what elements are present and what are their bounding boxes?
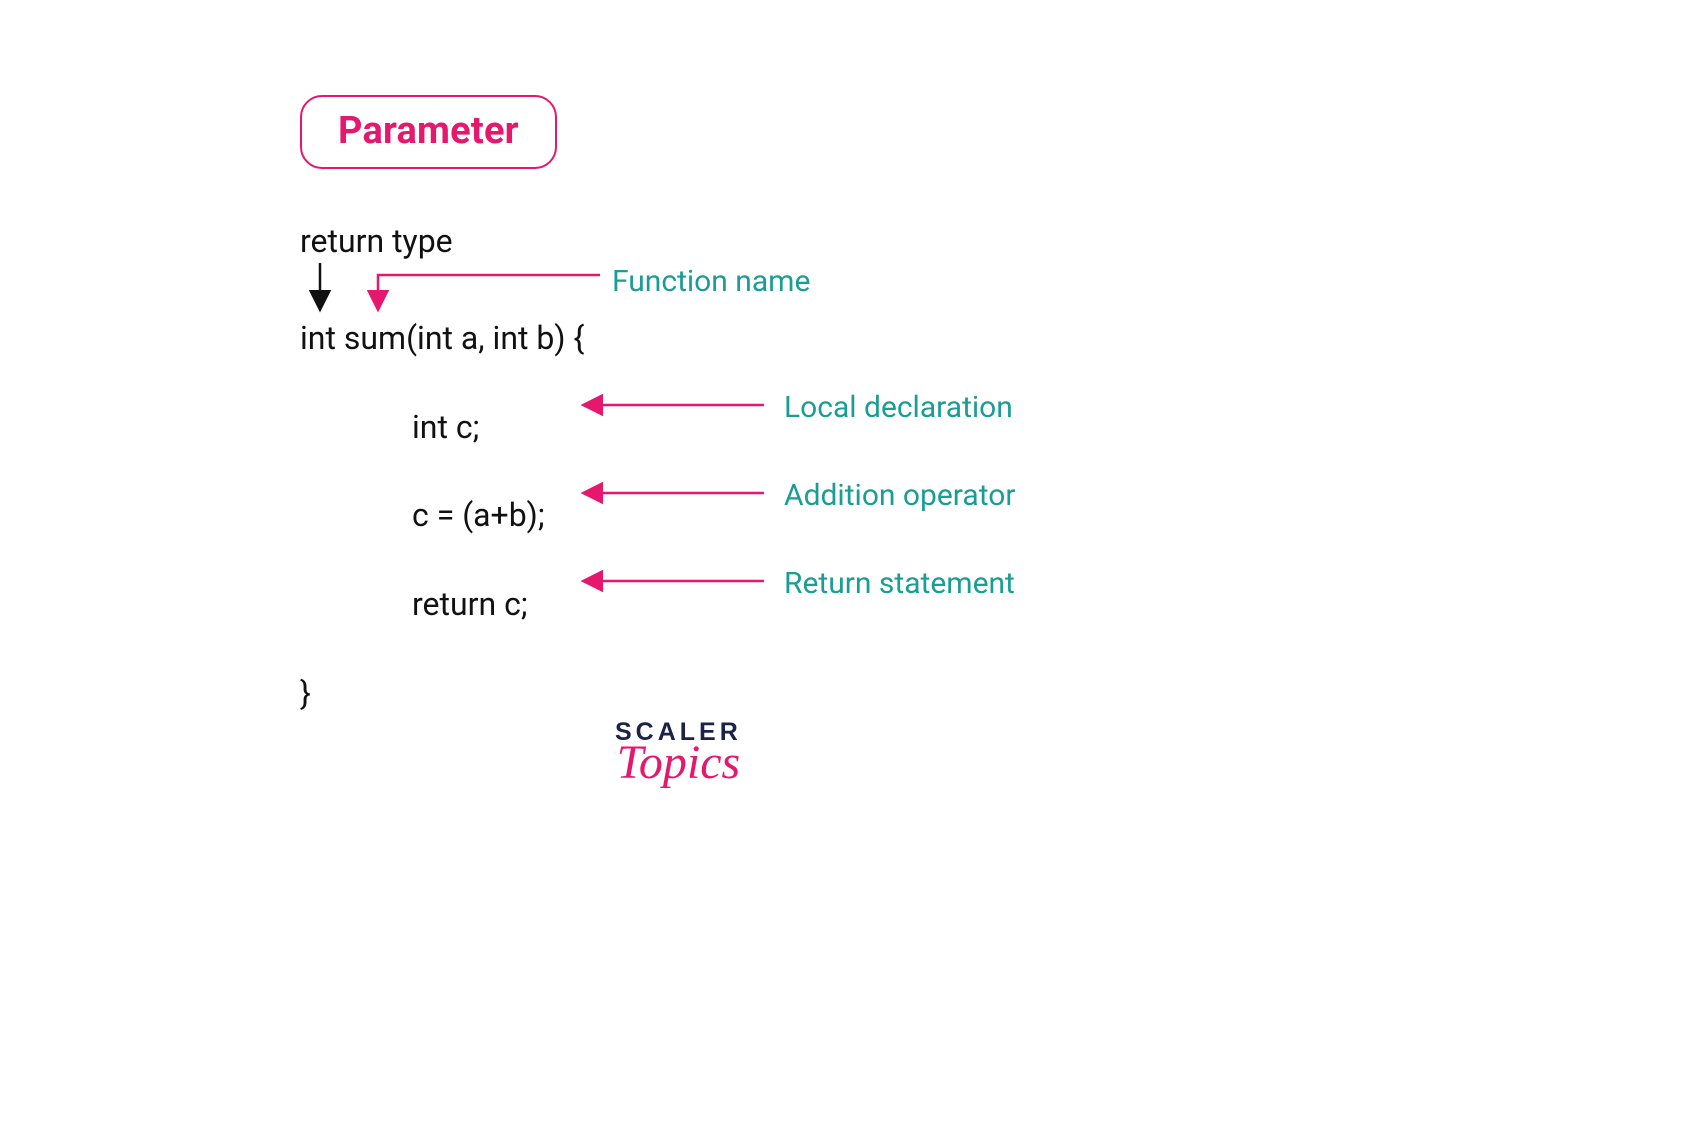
parameter-box: Parameter [300, 95, 557, 169]
scaler-topics-logo: SCALER Topics [615, 718, 742, 790]
code-block: return type int sum(int a, int b) { int … [300, 219, 1400, 716]
return-type-label: return type [300, 219, 1400, 264]
annotation-return-stmt: Return statement [784, 563, 1015, 605]
annotation-function-name: Function name [612, 261, 810, 303]
parameter-label: Parameter [338, 109, 519, 153]
logo-line2: Topics [615, 735, 742, 790]
code-close: } [300, 671, 1400, 716]
diagram-container: Parameter return type int sum(int a, int… [300, 95, 1400, 716]
code-signature: int sum(int a, int b) { [300, 316, 1400, 361]
annotation-add-op: Addition operator [784, 475, 1016, 517]
annotation-local-decl: Local declaration [784, 387, 1013, 429]
